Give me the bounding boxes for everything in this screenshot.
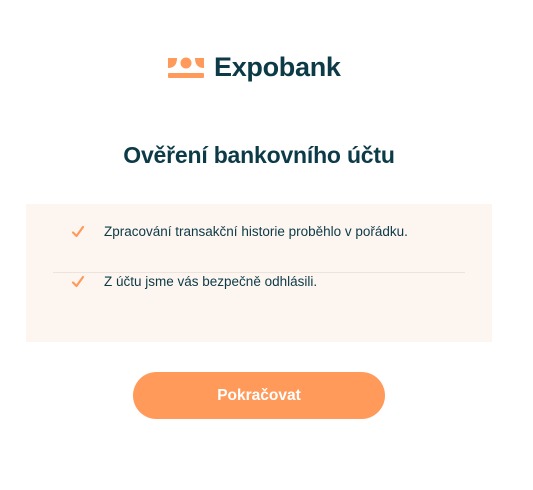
status-item-text: Z účtu jsme vás bezpečně odhlásili. xyxy=(104,274,318,289)
status-item: Z účtu jsme vás bezpečně odhlásili. xyxy=(26,274,492,289)
divider xyxy=(53,272,465,273)
status-panel: Zpracování transakční historie proběhlo … xyxy=(26,204,492,342)
brand-logo: Expobank xyxy=(167,52,341,83)
page-title: Ověření bankovního účtu xyxy=(123,142,395,168)
check-icon xyxy=(71,275,85,287)
expobank-logo-icon xyxy=(168,57,204,78)
check-icon xyxy=(71,225,85,237)
status-item-text: Zpracování transakční historie proběhlo … xyxy=(104,224,408,239)
status-item: Zpracování transakční historie proběhlo … xyxy=(26,224,492,239)
continue-button[interactable]: Pokračovat xyxy=(133,372,385,419)
brand-name: Expobank xyxy=(214,52,341,82)
